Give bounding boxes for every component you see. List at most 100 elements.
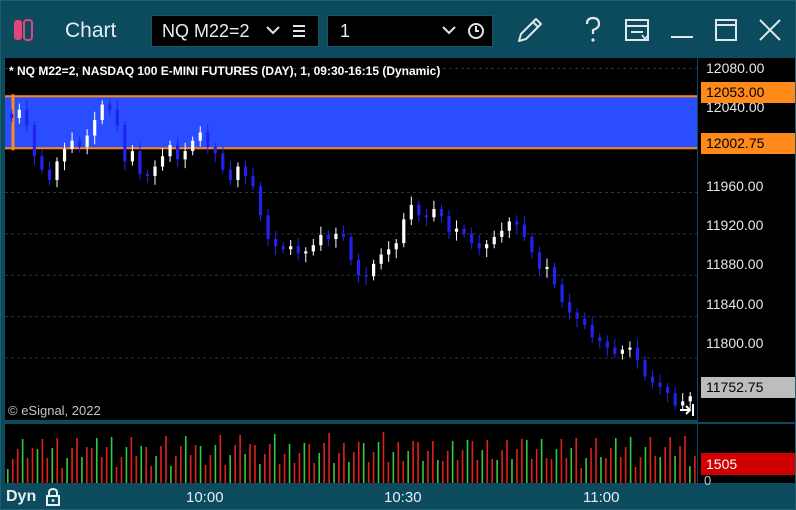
- candle-body: [552, 266, 557, 285]
- interval-value: 1: [340, 21, 351, 41]
- volume-bar: [91, 448, 93, 483]
- volume-bar: [614, 438, 617, 483]
- candle-body: [522, 224, 526, 237]
- candle-body: [198, 132, 202, 141]
- chevron-down-icon[interactable]: [442, 25, 456, 35]
- price-label: 11800.00: [706, 335, 764, 351]
- volume-bar: [619, 457, 622, 483]
- candle-body: [598, 337, 602, 342]
- volume-bar: [209, 455, 212, 483]
- volume-bar: [323, 443, 325, 483]
- volume-bar: [530, 459, 533, 483]
- candle-body: [334, 233, 338, 239]
- volume-bar: [595, 438, 597, 483]
- candle-body: [372, 263, 376, 277]
- app-logo-icon: [14, 19, 33, 41]
- volume-bar: [76, 438, 78, 483]
- candle-body: [402, 219, 406, 244]
- minimize-icon[interactable]: [665, 13, 699, 47]
- volume-bar: [293, 463, 296, 483]
- candle-body: [160, 156, 165, 167]
- price-label: 11920.00: [706, 217, 764, 233]
- list-menu-icon[interactable]: [292, 24, 306, 38]
- volume-bar: [575, 438, 578, 483]
- volume-bar: [649, 437, 652, 483]
- candle-body: [545, 266, 549, 269]
- volume-bar: [367, 462, 370, 483]
- volume-bar: [644, 447, 647, 483]
- volume-bar: [184, 436, 187, 483]
- volume-bar: [343, 443, 345, 483]
- maximize-icon[interactable]: [709, 13, 743, 47]
- price-chart-svg: [5, 67, 697, 412]
- lock-icon[interactable]: [45, 487, 61, 507]
- chevron-down-icon[interactable]: [266, 25, 280, 35]
- volume-bar: [140, 446, 143, 483]
- help-icon[interactable]: [576, 13, 610, 47]
- interval-selector[interactable]: 1: [327, 15, 493, 47]
- pencil-icon[interactable]: [513, 13, 547, 47]
- volume-bar: [328, 433, 330, 483]
- volume-bar: [422, 461, 424, 483]
- candle-body: [583, 318, 587, 325]
- volume-chart[interactable]: [5, 424, 697, 483]
- volume-bar: [283, 454, 286, 483]
- upper-zone-price-tag[interactable]: 12053.00: [701, 82, 795, 103]
- candle-body: [115, 109, 119, 126]
- volume-bar: [298, 453, 301, 483]
- candle-body: [628, 347, 632, 350]
- volume-bar: [61, 468, 63, 483]
- volume-bar: [600, 457, 602, 483]
- candle-body: [432, 209, 436, 218]
- volume-bar: [674, 456, 676, 483]
- clock-icon[interactable]: [467, 22, 485, 40]
- candle-body: [379, 254, 383, 264]
- volume-bar: [432, 441, 434, 483]
- time-label: 10:00: [186, 489, 224, 506]
- volume-bar: [634, 467, 637, 483]
- volume-bar: [382, 432, 385, 483]
- chart-window: Chart NQ M22=2 1 * NQ M22=2, NASDAQ 100 …: [0, 0, 796, 510]
- volume-bar: [313, 463, 316, 483]
- volume-bar: [51, 448, 54, 483]
- volume-bar: [115, 467, 118, 483]
- candle-body: [93, 120, 97, 136]
- candle-body: [304, 251, 308, 254]
- candle-body: [47, 169, 52, 181]
- volume-bar: [175, 456, 177, 483]
- candle-body: [575, 312, 579, 319]
- candle-body: [191, 140, 195, 152]
- candle-body: [462, 228, 466, 234]
- candle-body: [228, 169, 232, 181]
- price-chart[interactable]: [5, 58, 697, 420]
- volume-bar: [629, 437, 632, 483]
- volume-bar: [684, 436, 686, 483]
- volume-bar: [249, 444, 251, 483]
- volume-bar: [526, 440, 528, 483]
- volume-chart-svg: [7, 432, 696, 483]
- volume-bar: [125, 447, 128, 483]
- candle-body: [236, 166, 240, 181]
- candle-body: [613, 347, 617, 354]
- volume-bar: [26, 458, 29, 483]
- candle-body: [356, 259, 361, 276]
- volume-bar: [481, 450, 484, 483]
- volume-bar: [100, 457, 103, 483]
- volume-bar: [437, 460, 439, 483]
- candle-body: [243, 166, 248, 176]
- dynamic-mode-label[interactable]: Dyn: [6, 488, 36, 506]
- scroll-to-end-icon[interactable]: [679, 403, 695, 417]
- volume-bar: [516, 449, 518, 483]
- candle-body: [289, 246, 293, 250]
- lower-zone-price-tag[interactable]: 12002.75: [701, 133, 795, 154]
- volume-bar: [550, 459, 553, 483]
- close-icon[interactable]: [753, 13, 787, 47]
- candle-body: [643, 360, 647, 377]
- candle-body: [439, 209, 444, 217]
- candle-body: [326, 234, 330, 239]
- candle-body: [251, 175, 255, 187]
- volume-bar: [545, 458, 548, 483]
- symbol-selector[interactable]: NQ M22=2: [151, 15, 319, 47]
- volume-bar: [585, 458, 587, 483]
- window-layout-icon[interactable]: [620, 13, 654, 47]
